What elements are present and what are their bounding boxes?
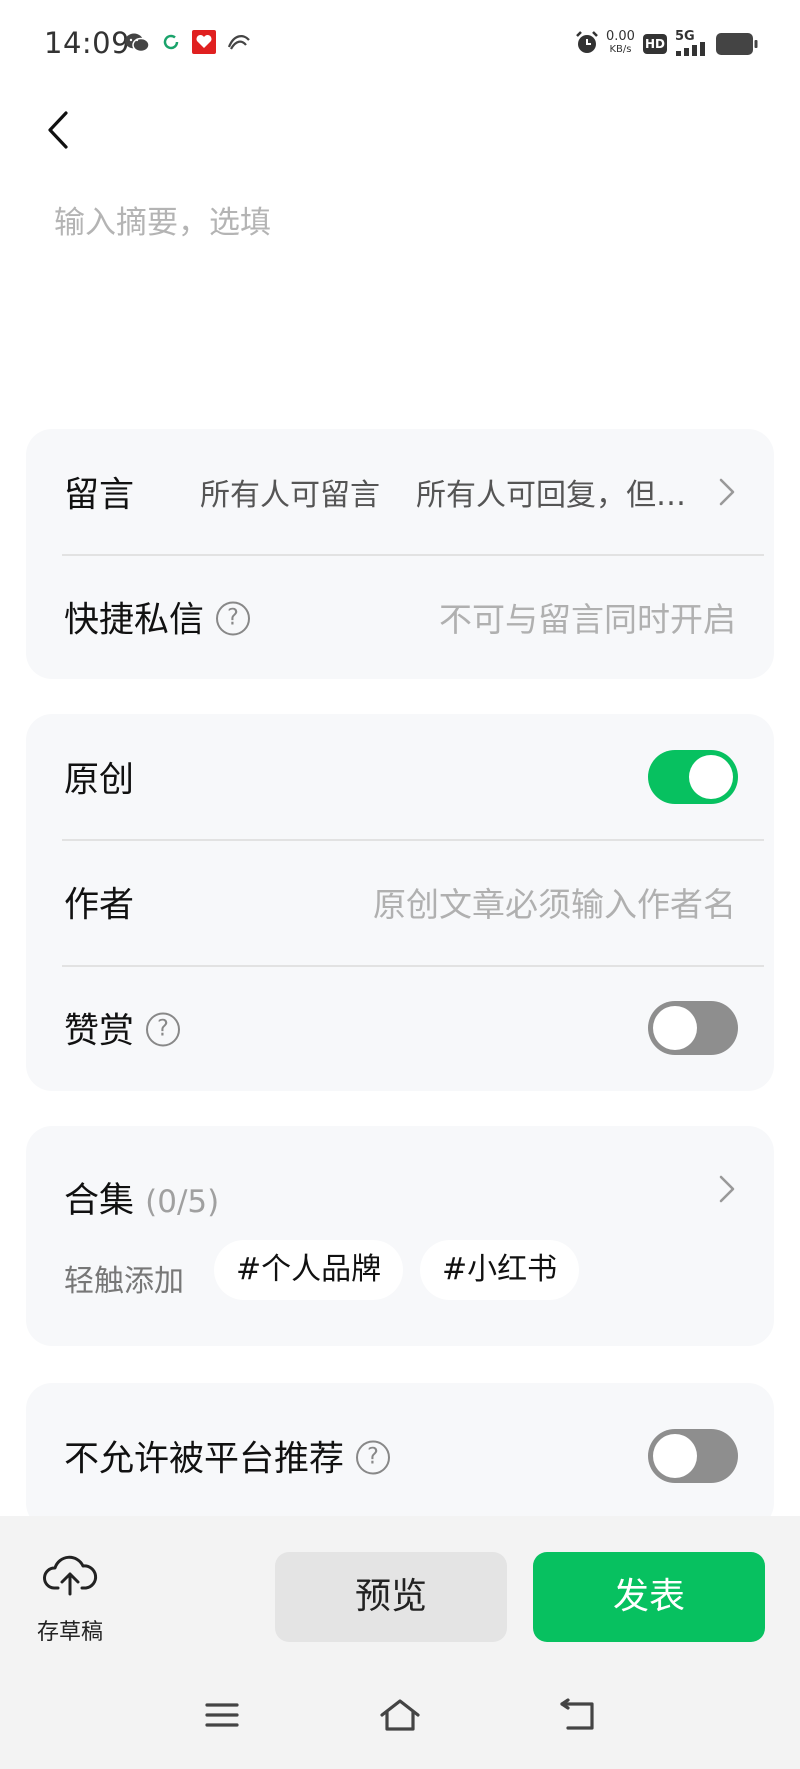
chevron-right-icon bbox=[719, 1175, 735, 1203]
quick-dm-label-text: 快捷私信 bbox=[64, 600, 205, 640]
app-icon bbox=[227, 35, 250, 50]
original-label: 原创 bbox=[64, 760, 135, 800]
author-row: 作者 原创文章必须输入作者名 bbox=[26, 839, 774, 964]
comment-values: 所有人可留言 所有人可回复，但… bbox=[200, 470, 686, 514]
status-time: 14:09 bbox=[44, 26, 131, 60]
save-draft-label: 存草稿 bbox=[36, 1620, 103, 1645]
collection-count: (0/5) bbox=[145, 1184, 220, 1220]
reply-permission-value: 所有人可回复，但… bbox=[416, 477, 686, 513]
chevron-right-icon bbox=[719, 478, 735, 506]
reward-label-text: 赞赏 bbox=[64, 1011, 135, 1051]
collection-label: 合集 (0/5) bbox=[64, 1172, 219, 1223]
comment-permission-value: 所有人可留言 bbox=[200, 477, 380, 513]
comment-settings-card: 留言 所有人可留言 所有人可回复，但… 快捷私信? 不可与留言同时开启 bbox=[26, 429, 774, 679]
recommend-label-text: 不允许被平台推荐 bbox=[64, 1439, 345, 1479]
alarm-icon bbox=[576, 31, 598, 53]
app-icon bbox=[192, 30, 216, 54]
tap-to-add-hint: 轻触添加 bbox=[64, 1264, 184, 1299]
quick-dm-row[interactable]: 快捷私信? 不可与留言同时开启 bbox=[26, 554, 774, 679]
refresh-icon bbox=[163, 34, 179, 50]
comment-setting-row[interactable]: 留言 所有人可留言 所有人可回复，但… bbox=[26, 429, 774, 554]
net-speed-value: 0.00 bbox=[606, 29, 635, 44]
reward-label: 赞赏? bbox=[64, 1002, 181, 1053]
help-icon[interactable]: ? bbox=[356, 1440, 391, 1474]
quick-dm-label: 快捷私信? bbox=[64, 591, 251, 642]
battery-icon bbox=[716, 33, 758, 55]
tag-chip[interactable]: #个人品牌 bbox=[214, 1240, 404, 1300]
author-label: 作者 bbox=[64, 885, 135, 925]
back-button[interactable] bbox=[40, 105, 80, 155]
collection-row[interactable]: 合集 (0/5) bbox=[26, 1126, 774, 1226]
toggle-knob bbox=[689, 754, 733, 799]
author-input[interactable]: 原创文章必须输入作者名 bbox=[373, 878, 736, 926]
signal-icon bbox=[676, 42, 705, 56]
net-speed: 0.00 KB/s bbox=[606, 30, 635, 56]
collection-card: 合集 (0/5) 轻触添加 #个人品牌 #小红书 bbox=[26, 1126, 774, 1346]
recommend-toggle[interactable] bbox=[648, 1428, 738, 1483]
recommend-row: 不允许被平台推荐? bbox=[26, 1393, 774, 1518]
help-icon[interactable]: ? bbox=[216, 601, 251, 635]
toggle-knob bbox=[653, 1433, 697, 1478]
home-icon[interactable] bbox=[378, 1697, 422, 1733]
wechat-icon bbox=[125, 33, 150, 53]
status-bar: 14:09 0.00 KB/s HD 5G bbox=[0, 0, 800, 88]
reward-toggle[interactable] bbox=[648, 1000, 738, 1055]
back-nav-icon[interactable] bbox=[558, 1698, 598, 1732]
save-draft-button[interactable]: 存草稿 bbox=[30, 1552, 110, 1645]
screen: 14:09 0.00 KB/s HD 5G 输入摘要，选填 留言 所有人可留言 … bbox=[0, 0, 800, 1769]
hd-badge: HD bbox=[643, 34, 667, 54]
tag-chip[interactable]: #小红书 bbox=[420, 1240, 580, 1300]
quick-dm-value: 不可与留言同时开启 bbox=[439, 599, 736, 639]
comment-label: 留言 bbox=[64, 475, 135, 515]
cloud-upload-icon bbox=[43, 1555, 98, 1596]
menu-icon[interactable] bbox=[204, 1700, 240, 1730]
recommend-card: 不允许被平台推荐? bbox=[26, 1383, 774, 1529]
bottom-action-bar: 存草稿 预览 发表 bbox=[0, 1516, 800, 1769]
publish-button[interactable]: 发表 bbox=[533, 1552, 765, 1642]
net-speed-unit: KB/s bbox=[609, 44, 632, 55]
reward-row: 赞赏? bbox=[26, 965, 774, 1090]
original-settings-card: 原创 作者 原创文章必须输入作者名 赞赏? bbox=[26, 714, 774, 1091]
recommend-label: 不允许被平台推荐? bbox=[64, 1430, 391, 1481]
preview-button[interactable]: 预览 bbox=[275, 1552, 507, 1642]
original-toggle[interactable] bbox=[648, 749, 738, 804]
collection-label-text: 合集 bbox=[64, 1181, 135, 1221]
summary-input[interactable] bbox=[54, 200, 754, 246]
toggle-knob bbox=[653, 1005, 697, 1050]
help-icon[interactable]: ? bbox=[146, 1012, 181, 1046]
original-row: 原创 bbox=[26, 714, 774, 839]
